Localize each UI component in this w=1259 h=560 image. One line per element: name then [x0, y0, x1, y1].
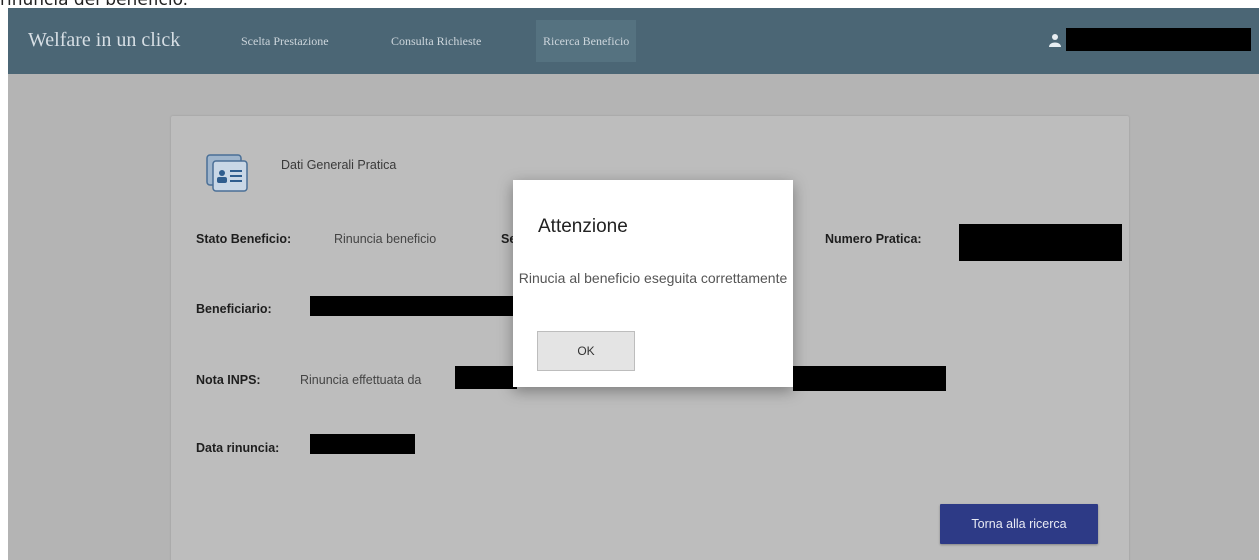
- numero-pratica-redacted: [959, 224, 1122, 261]
- app-page: Welfare in un click Scelta Prestazione C…: [8, 8, 1259, 560]
- page-caption: rinuncia del beneficio.: [0, 0, 189, 10]
- user-icon[interactable]: [1049, 33, 1061, 47]
- nav-ricerca-beneficio[interactable]: Ricerca Beneficio: [536, 20, 637, 62]
- nota-inps-label: Nota INPS:: [196, 373, 261, 387]
- nota-redacted-left: [455, 366, 517, 389]
- ok-button[interactable]: OK: [537, 331, 635, 371]
- torna-alla-ricerca-button[interactable]: Torna alla ricerca: [940, 504, 1098, 544]
- beneficiario-redacted: [310, 296, 515, 316]
- stato-beneficio-label: Stato Beneficio:: [196, 232, 292, 246]
- nav-scelta-prestazione[interactable]: Scelta Prestazione: [234, 20, 336, 62]
- dialog-message: Rinucia al beneficio eseguita correttame…: [518, 270, 788, 286]
- alert-dialog: Attenzione Rinucia al beneficio eseguita…: [513, 180, 793, 387]
- section-title: Dati Generali Pratica: [281, 158, 397, 172]
- beneficiario-label: Beneficiario:: [196, 302, 272, 316]
- document-card-icon: [206, 154, 248, 192]
- app-brand[interactable]: Welfare in un click: [28, 29, 180, 52]
- top-navbar: Welfare in un click Scelta Prestazione C…: [8, 8, 1259, 74]
- data-rinuncia-redacted: [310, 434, 415, 454]
- dialog-title: Attenzione: [538, 216, 628, 237]
- nota-inps-value: Rinuncia effettuata da: [300, 373, 422, 387]
- username-redacted[interactable]: [1066, 28, 1251, 51]
- nav-consulta-richieste[interactable]: Consulta Richieste: [384, 20, 488, 62]
- data-rinuncia-label: Data rinuncia:: [196, 441, 280, 455]
- numero-pratica-label: Numero Pratica:: [825, 232, 922, 246]
- nota-redacted-right: [793, 366, 946, 391]
- stato-beneficio-value: Rinuncia beneficio: [334, 232, 437, 246]
